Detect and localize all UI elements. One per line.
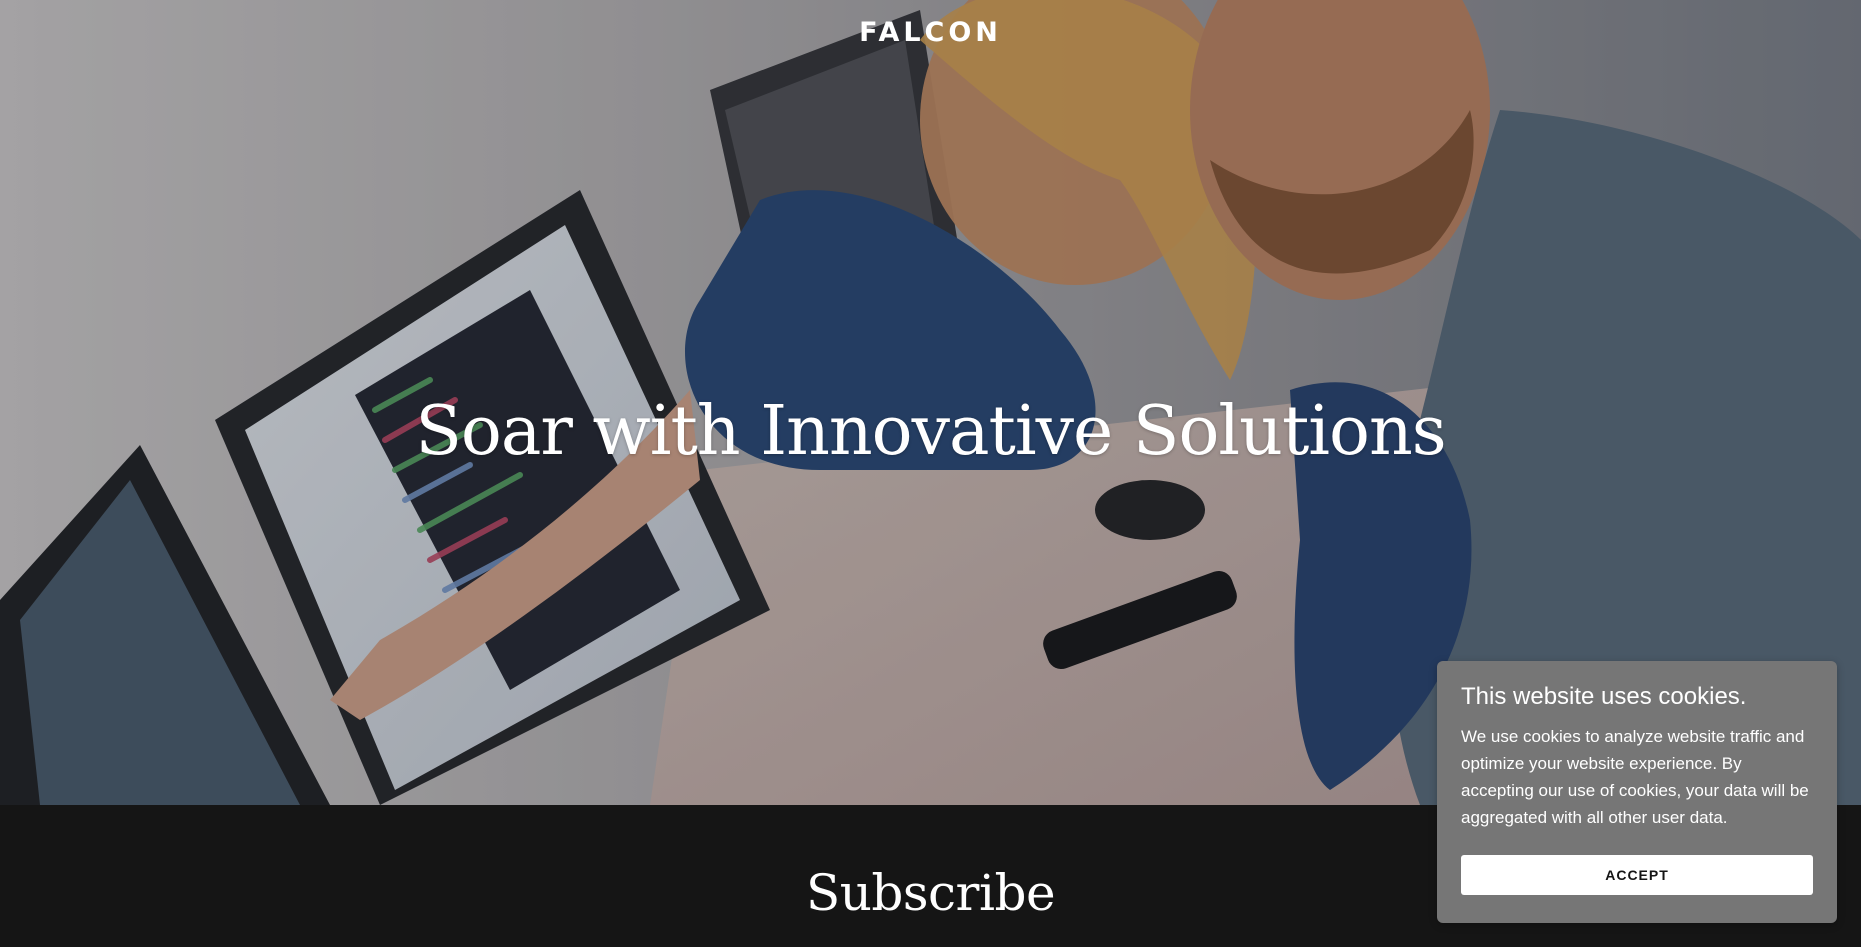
accept-cookies-button[interactable]: ACCEPT bbox=[1461, 855, 1813, 895]
cookie-banner-text: We use cookies to analyze website traffi… bbox=[1461, 726, 1809, 827]
brand-logo[interactable]: FALCON bbox=[0, 17, 1861, 48]
hero-title: Soar with Innovative Solutions bbox=[415, 392, 1446, 471]
cookie-banner: This website uses cookies. We use cookie… bbox=[1437, 661, 1837, 923]
cookie-banner-title: This website uses cookies. bbox=[1461, 683, 1747, 710]
